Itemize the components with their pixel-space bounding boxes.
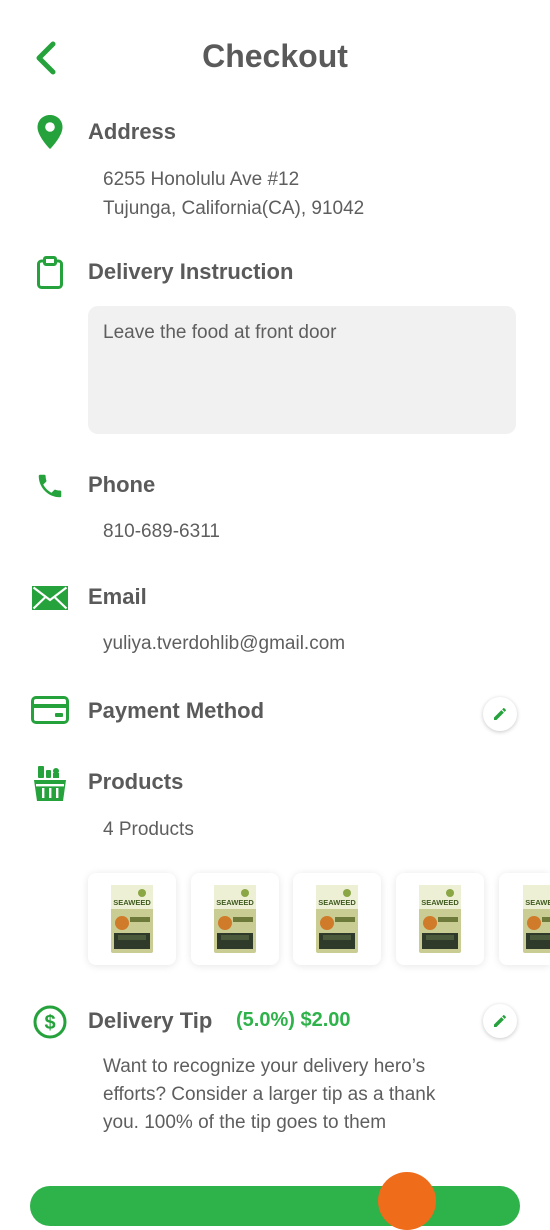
delivery-tip-description: Want to recognize your delivery hero’s e…	[103, 1053, 435, 1137]
product-card[interactable]: SEAWEED	[293, 873, 381, 965]
pencil-icon	[494, 708, 506, 720]
delivery-instruction-field[interactable]: Leave the food at front door	[88, 306, 516, 434]
phone-value: 810-689-6311	[103, 521, 220, 542]
envelope-icon	[30, 578, 70, 618]
product-card[interactable]: SEAWEED	[191, 873, 279, 965]
tip-description-line-2: efforts? Consider a larger tip as a than…	[103, 1084, 436, 1105]
delivery-tip-title: Delivery Tip	[88, 1008, 213, 1033]
clipboard-icon	[30, 253, 70, 293]
edit-payment-button[interactable]	[483, 697, 517, 731]
product-brand: SEAWEED	[525, 898, 550, 907]
order-badge[interactable]	[378, 1172, 436, 1230]
product-card[interactable]: SEAWEED	[499, 873, 550, 965]
address-text: 6255 Honolulu Ave #12 Tujunga, Californi…	[103, 165, 364, 223]
credit-card-icon	[30, 690, 70, 730]
edit-tip-button[interactable]	[483, 1004, 517, 1038]
product-thumbnail: SEAWEED	[523, 885, 550, 953]
place-order-button[interactable]	[30, 1186, 520, 1226]
page-title: Checkout	[202, 38, 348, 74]
product-brand: SEAWEED	[216, 898, 254, 907]
address-line-1: 6255 Honolulu Ave #12	[103, 169, 300, 190]
product-thumbnail: SEAWEED	[214, 885, 256, 953]
product-card[interactable]: SEAWEED	[88, 873, 176, 965]
phone-title: Phone	[88, 472, 156, 497]
email-title: Email	[88, 584, 147, 609]
product-card[interactable]: SEAWEED	[396, 873, 484, 965]
delivery-instruction-value: Leave the food at front door	[103, 322, 337, 343]
delivery-instruction-title: Delivery Instruction	[88, 259, 294, 284]
svg-text:$: $	[44, 1012, 55, 1034]
address-line-2: Tujunga, California(CA), 91042	[103, 198, 365, 219]
products-count: 4 Products	[103, 819, 194, 840]
address-title: Address	[88, 119, 177, 144]
phone-icon	[30, 466, 70, 506]
tip-description-line-1: Want to recognize your delivery hero’s	[103, 1056, 426, 1077]
product-thumbnail: SEAWEED	[316, 885, 358, 953]
delivery-tip-amount: (5.0%) $2.00	[236, 1009, 351, 1031]
product-brand: SEAWEED	[318, 898, 356, 907]
grocery-basket-icon	[30, 764, 70, 804]
dollar-circle-icon: $	[30, 1002, 70, 1042]
email-value: yuliya.tverdohlib@gmail.com	[103, 633, 346, 654]
tip-description-line-3: you. 100% of the tip goes to them	[103, 1112, 387, 1133]
products-title: Products	[88, 769, 184, 794]
product-thumbnail: SEAWEED	[419, 885, 461, 953]
product-brand: SEAWEED	[113, 898, 151, 907]
product-thumbnail: SEAWEED	[111, 885, 153, 953]
payment-method-title: Payment Method	[88, 698, 265, 723]
pencil-icon	[494, 1015, 506, 1027]
product-brand: SEAWEED	[421, 898, 459, 907]
location-pin-icon	[30, 112, 70, 152]
